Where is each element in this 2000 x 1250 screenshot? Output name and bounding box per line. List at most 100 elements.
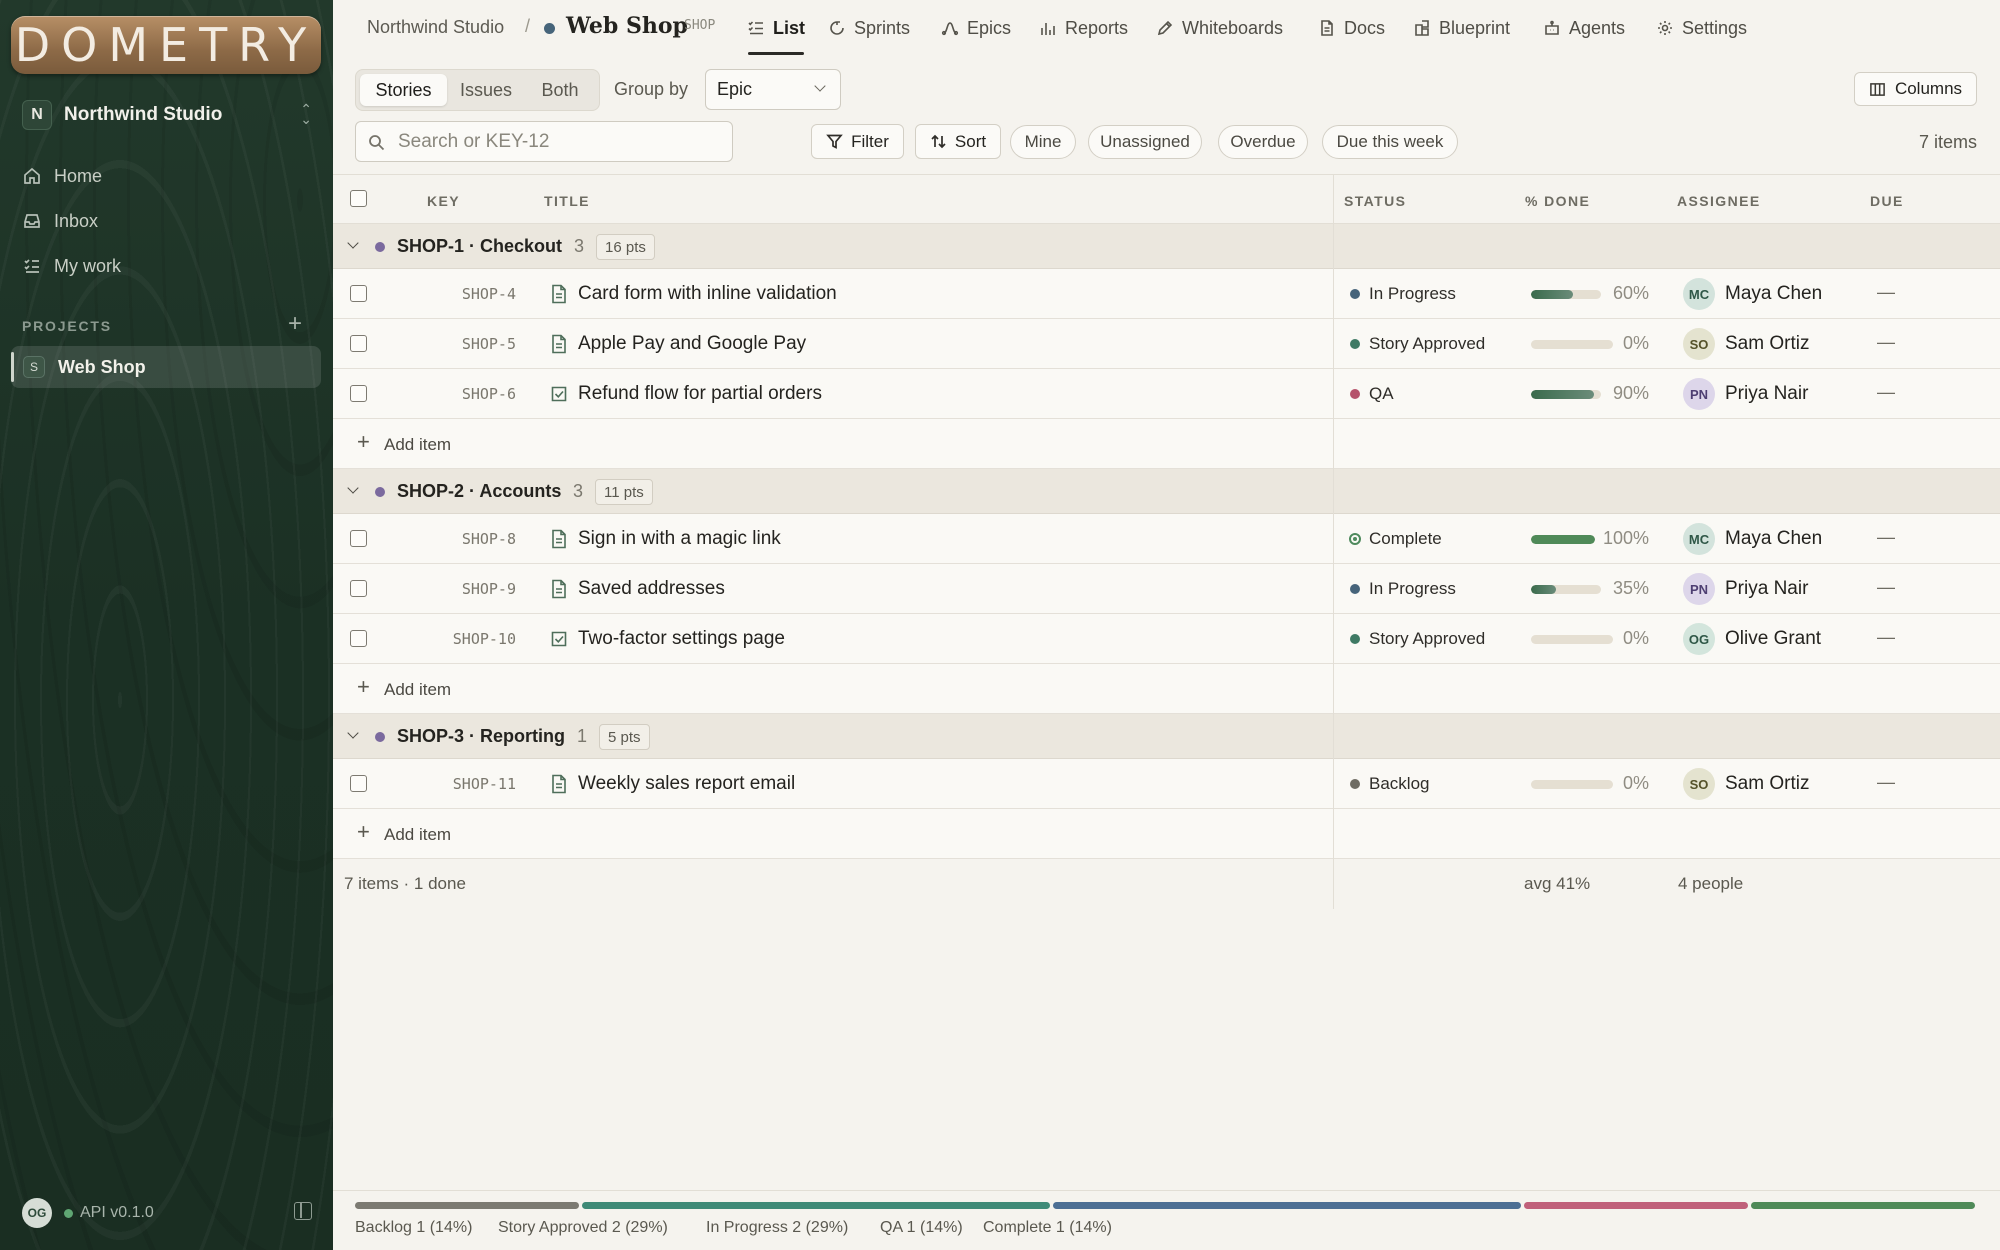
status-badge[interactable]: Story Approved [1369,629,1485,649]
quick-filter-mine[interactable]: Mine [1010,125,1076,159]
columns-button[interactable]: Columns [1854,72,1977,106]
item-key[interactable]: SHOP-5 [333,335,516,353]
item-key[interactable]: SHOP-10 [333,630,516,648]
epic-group-header[interactable]: SHOP-1 · Checkout 3 16 pts [333,224,2000,269]
segment-stories[interactable]: Stories [360,74,447,106]
filter-button[interactable]: Filter [811,124,904,159]
column-divider [1333,174,1334,909]
add-item-row[interactable]: + Add item [333,419,2000,469]
item-title[interactable]: Apple Pay and Google Pay [578,333,806,355]
item-key[interactable]: SHOP-4 [333,285,516,303]
status-badge[interactable]: QA [1369,384,1394,404]
assignee-name[interactable]: Sam Ortiz [1725,773,1809,795]
tab-docs[interactable]: Docs [1318,16,1385,40]
item-key[interactable]: SHOP-11 [333,775,516,793]
assignee-name[interactable]: Maya Chen [1725,528,1822,550]
assignee-name[interactable]: Maya Chen [1725,283,1822,305]
tab-whiteboards[interactable]: Whiteboards [1156,16,1283,40]
sort-button[interactable]: Sort [915,124,1001,159]
tab-reports[interactable]: Reports [1039,16,1128,40]
nav-home[interactable]: Home [22,162,102,190]
search-input[interactable] [398,130,718,154]
avatar: PN [1683,573,1715,605]
item-title[interactable]: Two-factor settings page [578,628,785,650]
tab-whiteboards-label: Whiteboards [1182,17,1284,38]
item-title[interactable]: Saved addresses [578,578,725,600]
column-header-due[interactable]: DUE [1870,193,1904,209]
group-by-select[interactable]: Epic [705,69,841,110]
table-row[interactable]: SHOP-11 Weekly sales report email Backlog 0… [333,759,2000,809]
user-avatar[interactable]: OG [22,1198,52,1228]
column-header-key[interactable]: KEY [427,193,460,209]
due-date[interactable]: — [1877,527,1895,548]
assignee-name[interactable]: Olive Grant [1725,628,1821,650]
column-header-assignee[interactable]: ASSIGNEE [1677,193,1761,209]
table-row[interactable]: SHOP-4 Card form with inline validation In… [333,269,2000,319]
tab-blueprint[interactable]: Blueprint [1413,16,1510,40]
tab-epics[interactable]: Epics [941,16,1011,40]
status-badge[interactable]: Complete [1369,529,1442,549]
assignee-name[interactable]: Sam Ortiz [1725,333,1809,355]
table-row[interactable]: SHOP-10 Two-factor settings page Story App… [333,614,2000,664]
table-row[interactable]: SHOP-5 Apple Pay and Google Pay Story Appr… [333,319,2000,369]
item-title[interactable]: Sign in with a magic link [578,528,781,550]
app-logo[interactable]: DOMETRY [11,16,321,74]
chevron-down-icon[interactable] [347,727,359,739]
epic-group-header[interactable]: SHOP-2 · Accounts 3 11 pts [333,469,2000,514]
select-all-checkbox[interactable] [350,190,367,207]
item-key[interactable]: SHOP-6 [333,385,516,403]
tab-sprints[interactable]: Sprints [828,16,910,40]
segment-issues[interactable]: Issues [449,74,523,106]
table-row[interactable]: SHOP-9 Saved addresses In Progress 35% PN Pri… [333,564,2000,614]
tab-agents[interactable]: Agents [1543,16,1625,40]
due-date[interactable]: — [1877,282,1895,303]
item-title[interactable]: Weekly sales report email [578,773,795,795]
due-date[interactable]: — [1877,772,1895,793]
item-key[interactable]: SHOP-8 [333,530,516,548]
status-distribution-segment[interactable] [1523,1202,1748,1209]
collapse-sidebar-icon[interactable] [294,1202,312,1220]
tab-settings[interactable]: Settings [1656,16,1747,40]
nav-my-work[interactable]: My work [22,252,121,280]
segment-both[interactable]: Both [525,74,595,106]
assignee-name[interactable]: Priya Nair [1725,383,1808,405]
add-item-row[interactable]: + Add item [333,809,2000,859]
item-title[interactable]: Refund flow for partial orders [578,383,822,405]
column-header-title[interactable]: TITLE [544,193,590,209]
status-distribution-segment[interactable] [355,1202,580,1209]
table-row[interactable]: SHOP-6 Refund flow for partial orders QA 90… [333,369,2000,419]
quick-filter-due-this-week[interactable]: Due this week [1322,125,1458,159]
sidebar-project-web-shop[interactable]: S Web Shop [11,346,321,388]
workspace-switcher[interactable]: N Northwind Studio ⌃ ⌄ [22,100,312,130]
epic-group-header[interactable]: SHOP-3 · Reporting 1 5 pts [333,714,2000,759]
chevron-down-icon[interactable] [347,237,359,249]
table-row[interactable]: SHOP-8 Sign in with a magic link Complete 1… [333,514,2000,564]
due-date[interactable]: — [1877,627,1895,648]
tab-list-label: List [773,17,806,38]
status-badge[interactable]: Story Approved [1369,334,1485,354]
column-header-status[interactable]: STATUS [1344,193,1406,209]
quick-filter-overdue[interactable]: Overdue [1218,125,1308,159]
add-item-row[interactable]: + Add item [333,664,2000,714]
status-badge[interactable]: In Progress [1369,284,1456,304]
assignee-name[interactable]: Priya Nair [1725,578,1808,600]
tab-list[interactable]: List [747,16,805,40]
due-date[interactable]: — [1877,577,1895,598]
due-date[interactable]: — [1877,382,1895,403]
item-title[interactable]: Card form with inline validation [578,283,837,305]
status-badge[interactable]: In Progress [1369,579,1456,599]
due-date[interactable]: — [1877,332,1895,353]
breadcrumb-workspace[interactable]: Northwind Studio [367,17,504,38]
status-distribution-segment[interactable] [1750,1202,1975,1209]
status-distribution-segment[interactable] [582,1202,1050,1209]
quick-filter-unassigned[interactable]: Unassigned [1088,125,1202,159]
column-header-percent-done[interactable]: % DONE [1525,193,1590,209]
item-key[interactable]: SHOP-9 [333,580,516,598]
nav-inbox[interactable]: Inbox [22,207,98,235]
status-badge[interactable]: Backlog [1369,774,1429,794]
progress-bar-fill [1531,585,1556,594]
status-distribution-segment[interactable] [1052,1202,1521,1209]
add-project-icon[interactable]: + [288,312,302,336]
blueprint-icon [1415,20,1429,36]
chevron-down-icon[interactable] [347,482,359,494]
